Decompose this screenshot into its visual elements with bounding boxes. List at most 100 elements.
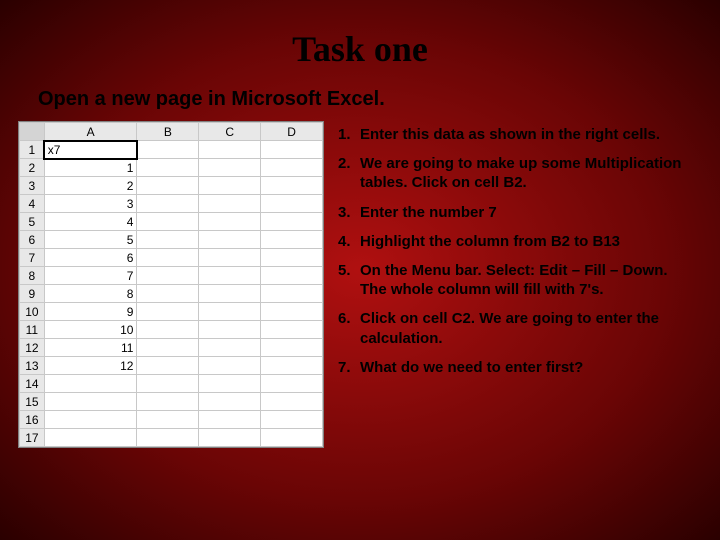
cell: [137, 213, 199, 231]
cell: [261, 321, 323, 339]
cell: [261, 411, 323, 429]
step-list: 1.Enter this data as shown in the right …: [338, 125, 692, 348]
row-header: 15: [20, 393, 45, 411]
row-header: 17: [20, 429, 45, 447]
cell: [137, 321, 199, 339]
cell: [261, 267, 323, 285]
step-item: 3.Enter the number 7: [338, 203, 692, 222]
row-header: 11: [20, 321, 45, 339]
row-header: 10: [20, 303, 45, 321]
cell: 3: [44, 195, 137, 213]
cell: [261, 429, 323, 447]
cell: [261, 285, 323, 303]
cell: [199, 177, 261, 195]
question-line: 7. What do we need to enter first?: [338, 358, 692, 377]
cell: [199, 213, 261, 231]
step-text: Enter the number 7: [360, 203, 497, 222]
cell: [261, 393, 323, 411]
cell: [44, 375, 137, 393]
row-header: 5: [20, 213, 45, 231]
cell: [137, 141, 199, 159]
step-number: 2.: [338, 154, 360, 192]
cell: 2: [44, 177, 137, 195]
cell: [199, 321, 261, 339]
cell: [137, 267, 199, 285]
cell: [199, 267, 261, 285]
row-header: 14: [20, 375, 45, 393]
cell: [137, 249, 199, 267]
cell: [199, 429, 261, 447]
col-header-A: A: [44, 123, 137, 141]
row-header: 16: [20, 411, 45, 429]
cell: [199, 249, 261, 267]
cell: 5: [44, 231, 137, 249]
step-item: 5.On the Menu bar. Select: Edit – Fill –…: [338, 261, 692, 299]
row-header: 7: [20, 249, 45, 267]
row-header: 9: [20, 285, 45, 303]
cell: 6: [44, 249, 137, 267]
cell: [137, 339, 199, 357]
cell: [199, 231, 261, 249]
row-header: 3: [20, 177, 45, 195]
col-header-C: C: [199, 123, 261, 141]
cell: [199, 411, 261, 429]
col-header-B: B: [137, 123, 199, 141]
cell: 8: [44, 285, 137, 303]
cell: [261, 141, 323, 159]
cell: [137, 393, 199, 411]
cell: [199, 303, 261, 321]
col-header-D: D: [261, 123, 323, 141]
content-row: A B C D 1x7 21 32 43 54 65 76 87 98 109 …: [0, 121, 720, 448]
cell: [199, 285, 261, 303]
excel-screenshot: A B C D 1x7 21 32 43 54 65 76 87 98 109 …: [18, 121, 324, 448]
step-number: 3.: [338, 203, 360, 222]
cell: [137, 429, 199, 447]
row-header: 4: [20, 195, 45, 213]
cell: [261, 177, 323, 195]
slide-title: Task one: [0, 0, 720, 70]
cell: 12: [44, 357, 137, 375]
row-header: 6: [20, 231, 45, 249]
step-number: 5.: [338, 261, 360, 299]
cell: [199, 141, 261, 159]
cell: [137, 285, 199, 303]
cell: 11: [44, 339, 137, 357]
step-item: 2.We are going to make up some Multiplic…: [338, 154, 692, 192]
step-number: 1.: [338, 125, 360, 144]
cell: [199, 357, 261, 375]
slide-subtitle: Open a new page in Microsoft Excel.: [0, 70, 720, 121]
cell: [137, 177, 199, 195]
step-number: 4.: [338, 232, 360, 251]
cell: [261, 159, 323, 177]
cell: [137, 357, 199, 375]
spreadsheet-grid: A B C D 1x7 21 32 43 54 65 76 87 98 109 …: [19, 122, 323, 447]
cell: 10: [44, 321, 137, 339]
row-header: 12: [20, 339, 45, 357]
cell: [137, 303, 199, 321]
cell: [261, 195, 323, 213]
cell: 9: [44, 303, 137, 321]
cell: 1: [44, 159, 137, 177]
cell: [137, 195, 199, 213]
row-header: 1: [20, 141, 45, 159]
cell: [137, 231, 199, 249]
cell-A1: x7: [44, 141, 137, 159]
instructions-panel: 1.Enter this data as shown in the right …: [332, 121, 720, 448]
cell: [261, 303, 323, 321]
cell: [137, 411, 199, 429]
cell: [261, 213, 323, 231]
step-number: 6.: [338, 309, 360, 347]
step-item: 1.Enter this data as shown in the right …: [338, 125, 692, 144]
cell: [199, 393, 261, 411]
row-header: 13: [20, 357, 45, 375]
question-number: 7.: [338, 358, 360, 377]
step-item: 6.Click on cell C2. We are going to ente…: [338, 309, 692, 347]
cell: [137, 159, 199, 177]
step-text: Enter this data as shown in the right ce…: [360, 125, 660, 144]
cell: [261, 231, 323, 249]
step-text: Click on cell C2. We are going to enter …: [360, 309, 692, 347]
step-item: 4.Highlight the column from B2 to B13: [338, 232, 692, 251]
cell: 7: [44, 267, 137, 285]
corner-cell: [20, 123, 45, 141]
cell: [44, 411, 137, 429]
